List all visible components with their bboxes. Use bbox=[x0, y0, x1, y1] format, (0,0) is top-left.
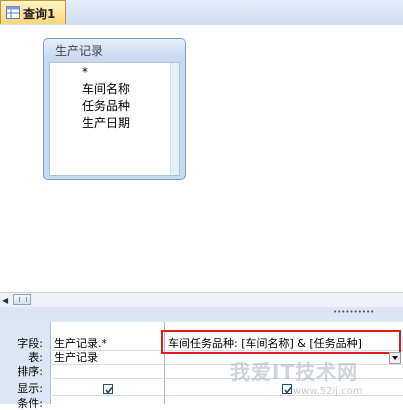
pane-splitter[interactable]: •••••••••• bbox=[0, 307, 403, 317]
document-tab-strip: 查询1 bbox=[0, 0, 403, 26]
scroll-left-arrow-icon[interactable]: ◀ bbox=[2, 296, 8, 305]
grid-row-divider bbox=[50, 378, 403, 379]
row-label-field: 字段: bbox=[17, 337, 43, 350]
grid-row-divider bbox=[50, 364, 403, 365]
field-cell-1[interactable]: 生产记录.* bbox=[54, 337, 107, 350]
field-item[interactable]: 车间名称 bbox=[82, 82, 130, 97]
query-icon bbox=[6, 6, 20, 19]
tab-label: 查询1 bbox=[23, 7, 56, 21]
row-label-show: 显示: bbox=[17, 382, 43, 395]
splitter-grip-icon: •••••••••• bbox=[333, 308, 375, 316]
row-label-sort: 排序: bbox=[17, 365, 43, 378]
field-item[interactable]: 生产日期 bbox=[82, 116, 130, 131]
highlight-box bbox=[161, 330, 401, 354]
horizontal-scrollbar[interactable]: ◀ bbox=[0, 292, 403, 308]
table-field-list-window[interactable]: 生产记录 * 车间名称 任务品种 生产日期 bbox=[43, 38, 186, 180]
grid-row-divider bbox=[50, 395, 403, 396]
grip-icon bbox=[19, 297, 27, 302]
tab-query1[interactable]: 查询1 bbox=[0, 0, 66, 24]
scrollbar-thumb[interactable] bbox=[13, 294, 31, 305]
field-list-scrollbar[interactable] bbox=[170, 63, 179, 175]
table-title: 生产记录 bbox=[55, 44, 104, 58]
row-label-table: 表: bbox=[28, 351, 43, 364]
field-item-all[interactable]: * bbox=[82, 65, 88, 80]
field-list[interactable]: * 车间名称 任务品种 生产日期 bbox=[49, 62, 180, 176]
table-title-bar[interactable]: 生产记录 bbox=[44, 39, 185, 58]
table-cell-1[interactable]: 生产记录 bbox=[54, 351, 98, 364]
dropdown-arrow-icon[interactable] bbox=[389, 352, 401, 364]
show-checkbox-1[interactable] bbox=[103, 384, 113, 394]
field-item[interactable]: 任务品种 bbox=[82, 99, 130, 114]
show-checkbox-2[interactable] bbox=[282, 384, 292, 394]
query-design-area[interactable]: 生产记录 * 车间名称 任务品种 生产日期 bbox=[0, 25, 403, 292]
